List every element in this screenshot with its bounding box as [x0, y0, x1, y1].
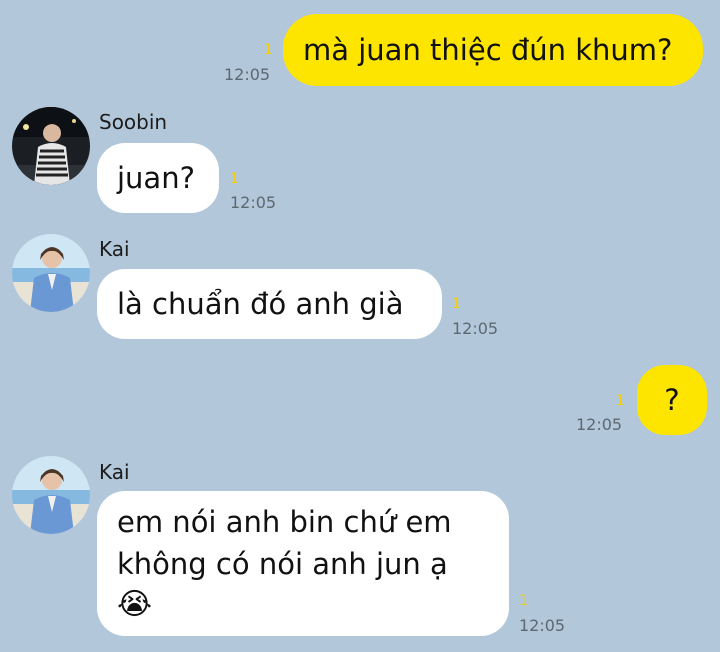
- unread-count: 1: [230, 171, 239, 187]
- crying-emoji-icon: 😭: [117, 587, 153, 622]
- message-text-line: không có nói anh jun ạ: [117, 547, 448, 581]
- message-bubble-incoming[interactable]: juan?: [97, 143, 219, 213]
- unread-count: 1: [616, 393, 625, 409]
- message-text: juan?: [117, 161, 195, 195]
- timestamp: 12:05: [224, 65, 271, 84]
- message-text: là chuẩn đó anh già: [117, 287, 404, 321]
- avatar-kai[interactable]: [12, 456, 90, 534]
- sender-name: Kai: [99, 460, 130, 484]
- message-text: ?: [664, 383, 680, 417]
- unread-count: 1: [452, 296, 461, 312]
- message-bubble-outgoing[interactable]: ?: [637, 365, 707, 435]
- unread-count: 1: [264, 42, 273, 58]
- timestamp: 12:05: [230, 193, 277, 212]
- avatar-photo-beach-icon: [12, 234, 90, 312]
- sender-name: Kai: [99, 237, 130, 261]
- message-text: mà juan thiệc đún khum?: [303, 33, 673, 67]
- timestamp: 12:05: [576, 415, 623, 434]
- unread-count: 1: [519, 593, 528, 609]
- sender-name: Soobin: [99, 110, 168, 134]
- timestamp: 12:05: [452, 319, 499, 338]
- message-bubble-incoming[interactable]: là chuẩn đó anh già: [97, 269, 442, 339]
- avatar-photo-beach-icon: [12, 456, 90, 534]
- avatar-photo-night-icon: [12, 107, 90, 185]
- avatar-kai[interactable]: [12, 234, 90, 312]
- message-bubble-incoming[interactable]: em nói anh bin chứ em không có nói anh j…: [97, 491, 509, 636]
- message-text-line: em nói anh bin chứ em: [117, 505, 452, 539]
- timestamp: 12:05: [519, 616, 566, 635]
- avatar-soobin[interactable]: [12, 107, 90, 185]
- message-bubble-outgoing[interactable]: mà juan thiệc đún khum?: [283, 14, 703, 86]
